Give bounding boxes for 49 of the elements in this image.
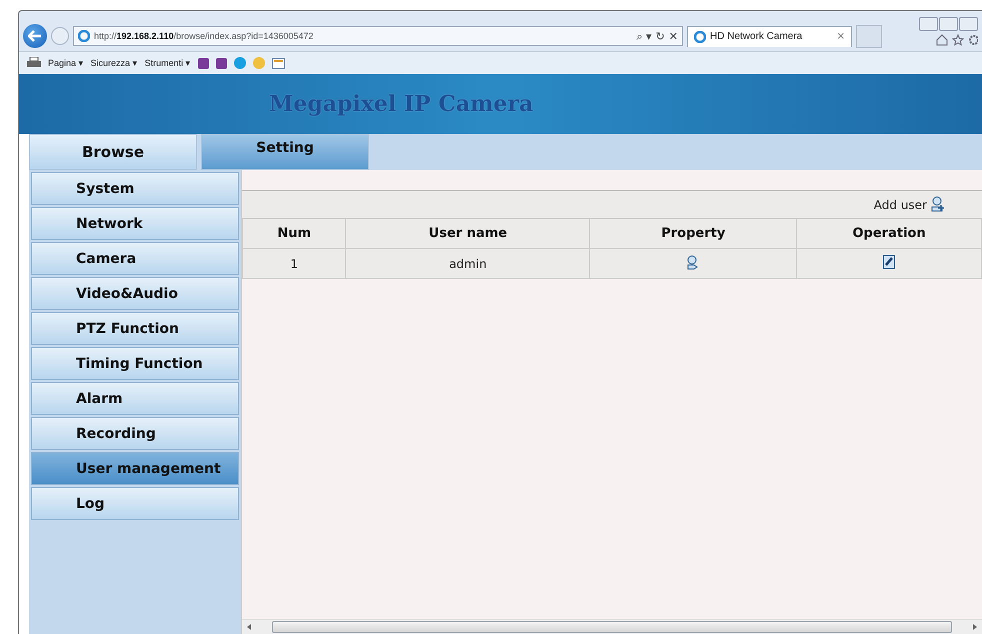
- sidebar-item[interactable]: System: [31, 172, 239, 205]
- table-cell: admin: [346, 248, 590, 278]
- onenote-icon[interactable]: [216, 58, 227, 68]
- back-button[interactable]: [23, 24, 47, 48]
- skype-icon[interactable]: [234, 57, 246, 69]
- panel-icon[interactable]: [272, 58, 286, 68]
- browser-tab[interactable]: HD Network Camera ×: [687, 26, 852, 46]
- column-header: Num: [242, 219, 346, 248]
- column-header: Operation: [796, 219, 982, 248]
- nav-tab[interactable]: Browse: [29, 134, 197, 170]
- sidebar-item[interactable]: Network: [31, 207, 239, 240]
- scroll-right-icon[interactable]: [972, 624, 978, 630]
- sidebar-item[interactable]: Video&Audio: [31, 277, 239, 310]
- tab-close-button[interactable]: ×: [836, 31, 845, 42]
- minimize-button[interactable]: [919, 16, 938, 30]
- sidebar-item[interactable]: Log: [31, 487, 239, 520]
- ie-icon: [78, 30, 90, 42]
- url-text: http://192.168.2.110/browse/index.asp?id=1436005472: [94, 31, 314, 41]
- add-user-icon[interactable]: [930, 196, 946, 214]
- sidebar-item[interactable]: Recording: [31, 417, 239, 450]
- address-bar[interactable]: http://192.168.2.110/browse/index.asp?id=1436005472 ⌕ ▾ ↻ ✕: [73, 26, 683, 46]
- maximize-button[interactable]: [939, 16, 958, 30]
- printer-icon[interactable]: [27, 57, 41, 69]
- address-button[interactable]: ⌕ ▾: [636, 30, 652, 42]
- nav-tab[interactable]: Setting: [201, 134, 369, 170]
- sidebar-item[interactable]: PTZ Function: [31, 312, 239, 345]
- table-cell: 1: [242, 248, 346, 278]
- command-menu[interactable]: Pagina ▾: [48, 58, 84, 68]
- star-icon[interactable]: [952, 34, 964, 46]
- user-property-icon[interactable]: [686, 254, 700, 270]
- onenote-icon[interactable]: [198, 58, 209, 68]
- address-button[interactable]: ✕: [668, 30, 678, 42]
- home-icon[interactable]: [936, 34, 948, 46]
- sidebar-item[interactable]: Camera: [31, 242, 239, 275]
- back-arrow-icon[interactable]: [28, 30, 42, 42]
- settings-icon[interactable]: [968, 34, 978, 46]
- scroll-left-icon[interactable]: [246, 624, 252, 630]
- sidebar-item[interactable]: Timing Function: [31, 347, 239, 380]
- close-button[interactable]: [959, 16, 978, 30]
- add-user-link[interactable]: Add user: [874, 198, 927, 212]
- command-menu[interactable]: Sicurezza ▾: [90, 58, 138, 68]
- sidebar-item[interactable]: Alarm: [31, 382, 239, 415]
- command-menu[interactable]: Strumenti ▾: [144, 58, 191, 68]
- address-button[interactable]: ↻: [656, 30, 665, 42]
- column-header: Property: [590, 219, 797, 248]
- column-header: User name: [346, 219, 590, 248]
- ie-icon: [694, 30, 706, 42]
- sidebar-item[interactable]: User management: [31, 452, 239, 485]
- edit-icon[interactable]: [883, 255, 896, 269]
